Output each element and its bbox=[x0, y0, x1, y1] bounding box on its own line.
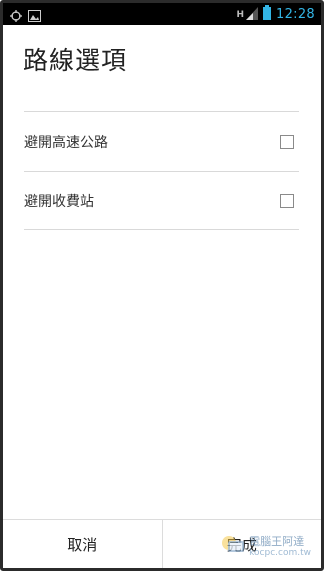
phone-screen: H 12:28 路線選項 避開高速公路 避開收費站 取消 電腦王阿達 kocpc… bbox=[0, 0, 324, 571]
status-right: H 12:28 bbox=[236, 5, 315, 24]
option-avoid-tolls[interactable]: 避開收費站 bbox=[24, 172, 300, 230]
watermark-brand: 電腦王阿達 bbox=[249, 535, 305, 548]
status-left bbox=[10, 7, 41, 26]
image-notification-icon bbox=[28, 7, 41, 26]
option-label: 避開收費站 bbox=[24, 194, 94, 210]
option-label: 避開高速公路 bbox=[24, 135, 108, 151]
watermark-text: 電腦王阿達 kocpc.com.tw bbox=[249, 535, 311, 559]
battery-icon bbox=[263, 5, 272, 24]
option-divider bbox=[24, 229, 299, 230]
clock: 12:28 bbox=[276, 7, 315, 22]
signal-icon bbox=[246, 5, 259, 24]
option-avoid-highways[interactable]: 避開高速公路 bbox=[24, 113, 300, 171]
network-type-label: H bbox=[236, 9, 245, 20]
watermark-url: kocpc.com.tw bbox=[249, 548, 311, 558]
cancel-button[interactable]: 取消 bbox=[3, 520, 162, 568]
sync-icon bbox=[10, 7, 22, 26]
avoid-tolls-checkbox[interactable] bbox=[280, 194, 294, 208]
dialog-title: 路線選項 bbox=[23, 46, 128, 75]
watermark: 電腦王阿達 kocpc.com.tw bbox=[220, 534, 311, 560]
watermark-logo-icon bbox=[220, 534, 246, 560]
status-bar: H 12:28 bbox=[3, 3, 321, 25]
avoid-highways-checkbox[interactable] bbox=[280, 135, 294, 149]
title-divider bbox=[24, 111, 299, 112]
